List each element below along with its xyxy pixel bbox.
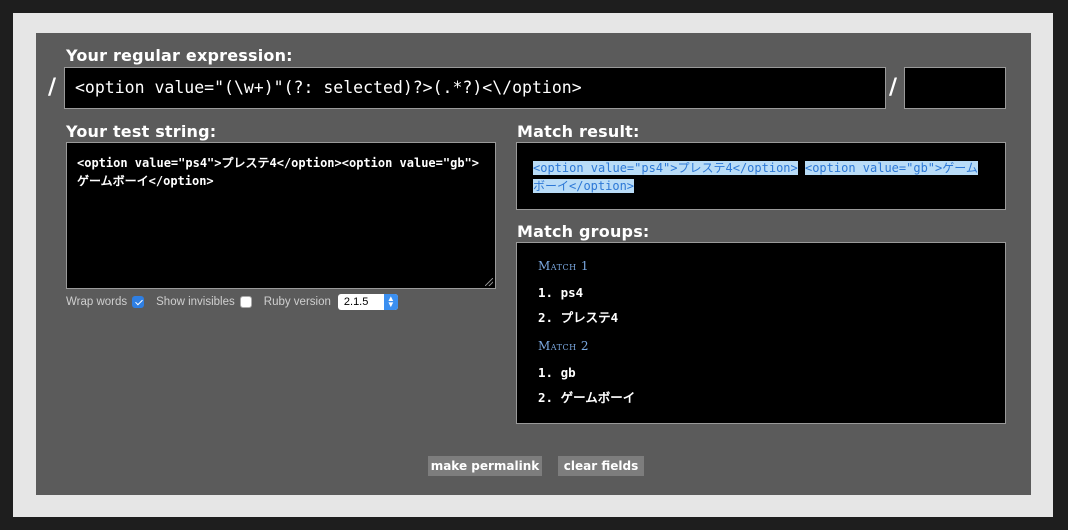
regex-close-delimiter: /: [889, 75, 898, 100]
regex-open-delimiter: /: [48, 75, 57, 100]
match-heading: Match 1: [538, 259, 590, 273]
group-item: 1. gb: [538, 365, 576, 380]
ruby-version-label: Ruby version: [263, 296, 331, 308]
resize-grip-icon[interactable]: [485, 278, 493, 286]
ruby-version-select[interactable]: 2.1.5 ▲ ▼: [337, 294, 398, 310]
wrap-words-label: Wrap words: [66, 296, 128, 308]
test-string-label: Your test string:: [66, 122, 217, 141]
match-highlight-1: <option value="ps4">プレステ4</option>: [533, 161, 798, 175]
match-result-text: <option value="ps4">プレステ4</option> <opti…: [533, 159, 989, 195]
match-groups-label: Match groups:: [517, 222, 650, 241]
regex-flags-input[interactable]: [904, 67, 1006, 109]
match-result-label: Match result:: [517, 122, 640, 141]
ruby-version-value: 2.1.5: [343, 296, 369, 308]
show-invisibles-label: Show invisibles: [156, 296, 235, 308]
test-string-value: <option value="ps4">プレステ4</option><optio…: [77, 156, 480, 188]
show-invisibles-checkbox[interactable]: [239, 296, 252, 308]
regex-input-value: <option value="(\w+)"(?: selected)?>(.*?…: [75, 78, 582, 97]
test-string-textarea[interactable]: <option value="ps4">プレステ4</option><optio…: [66, 142, 496, 289]
group-item: 2. プレステ4: [538, 310, 619, 325]
group-item: 1. ps4: [538, 285, 584, 300]
make-permalink-button[interactable]: make permalink: [428, 456, 542, 476]
chevron-updown-icon: ▲ ▼: [383, 294, 398, 310]
match-groups-box: Match 1 1. ps4 2. プレステ4 Match 2 1. gb 2.…: [516, 242, 1006, 424]
regex-input[interactable]: <option value="(\w+)"(?: selected)?>(.*?…: [64, 67, 886, 109]
wrap-words-checkbox[interactable]: [132, 296, 145, 308]
options-row: Wrap words Show invisibles Ruby version …: [66, 293, 398, 311]
group-item: 2. ゲームボーイ: [538, 390, 636, 405]
clear-fields-button[interactable]: clear fields: [558, 456, 644, 476]
regex-label: Your regular expression:: [66, 46, 293, 65]
match-result-box: <option value="ps4">プレステ4</option> <opti…: [516, 142, 1006, 210]
match-heading: Match 2: [538, 339, 590, 353]
